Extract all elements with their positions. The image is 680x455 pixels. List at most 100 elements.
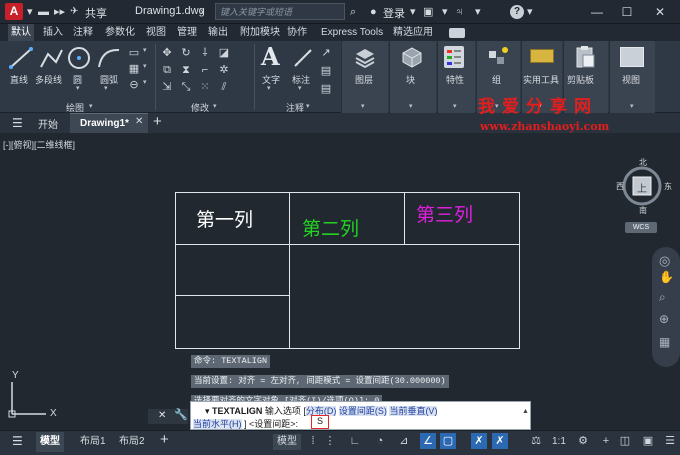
- chevron-down-icon[interactable]: ▾: [89, 102, 93, 110]
- cell-text-1[interactable]: 第一列: [196, 205, 253, 232]
- hamburger-menu-icon[interactable]: ☰: [12, 116, 23, 130]
- trim-icon[interactable]: ⸸: [198, 46, 212, 60]
- tab-manage[interactable]: 管理: [174, 24, 200, 41]
- maximize-button[interactable]: ☐: [612, 2, 642, 22]
- option-current-horizontal[interactable]: 当前水平(H): [193, 419, 242, 429]
- cell-text-2[interactable]: 第二列: [302, 214, 359, 241]
- mirror-icon[interactable]: ⧗: [179, 63, 193, 77]
- fillet-icon[interactable]: ⌐: [198, 63, 212, 77]
- dimension-icon[interactable]: [291, 46, 315, 75]
- chevron-down-icon[interactable]: ▾: [143, 46, 151, 60]
- wcs-menu[interactable]: WCS: [625, 222, 657, 233]
- caret-down-icon[interactable]: ▾: [527, 4, 533, 20]
- explode-icon[interactable]: ✲: [217, 63, 231, 77]
- text-icon[interactable]: A: [261, 44, 281, 70]
- share-icon[interactable]: ✈: [70, 4, 78, 20]
- share-button[interactable]: 共享: [85, 5, 107, 21]
- ribbon-toggle-icon[interactable]: [449, 28, 465, 38]
- fullscreen-icon[interactable]: ▣: [640, 433, 656, 449]
- plus-icon[interactable]: +: [598, 433, 614, 449]
- snap-icon[interactable]: ⋮: [322, 433, 338, 449]
- annotation-visibility-icon[interactable]: ✗: [471, 433, 487, 449]
- chevron-down-icon[interactable]: ▾: [298, 84, 302, 92]
- chevron-down-icon[interactable]: ▾: [143, 78, 151, 92]
- annotation-scale-value[interactable]: 1:1: [548, 434, 570, 450]
- caret-down-icon[interactable]: ▾: [475, 4, 481, 20]
- viewcube-top-face[interactable]: 上: [637, 180, 647, 195]
- tab-featured-apps[interactable]: 精选应用: [390, 24, 436, 41]
- auto-scale-icon[interactable]: ✗: [492, 433, 508, 449]
- erase-icon[interactable]: ◪: [217, 46, 231, 60]
- scale-icon[interactable]: ⤡: [179, 80, 193, 94]
- tab-addins[interactable]: 附加模块: [237, 24, 283, 41]
- chevron-down-icon[interactable]: ▾: [453, 102, 457, 110]
- option-current-vertical[interactable]: 当前垂直(V): [389, 406, 438, 416]
- measure-icon[interactable]: [530, 49, 554, 63]
- cart-icon[interactable]: ▣: [423, 4, 433, 20]
- open-icon[interactable]: ▸▸: [54, 4, 65, 20]
- isodraft-icon[interactable]: ⊿: [396, 433, 412, 449]
- showmotion-icon[interactable]: ▦: [659, 335, 670, 349]
- properties-icon[interactable]: [444, 46, 464, 68]
- caret-down-icon[interactable]: ▾: [410, 4, 416, 20]
- viewport-controls[interactable]: [-][俯视][二维线框]: [3, 138, 75, 151]
- caret-down-icon[interactable]: ▾: [27, 4, 33, 20]
- tab-annotate[interactable]: 注释: [70, 24, 96, 41]
- block-icon[interactable]: [401, 46, 423, 68]
- viewcube[interactable]: 北 西 东 南 上: [616, 157, 672, 216]
- steering-wheel-icon[interactable]: ◎: [659, 253, 670, 269]
- arc-tool[interactable]: [96, 46, 122, 75]
- app-menu-button[interactable]: A: [5, 3, 23, 20]
- array-icon[interactable]: ⁙: [198, 80, 212, 94]
- close-button[interactable]: ✕: [645, 2, 675, 22]
- rectangle-icon[interactable]: ▭: [127, 46, 141, 60]
- layers-icon[interactable]: [354, 46, 376, 69]
- line-tool[interactable]: [8, 46, 34, 75]
- help-icon[interactable]: ?: [510, 5, 524, 19]
- new-file-icon[interactable]: ▬: [38, 4, 49, 20]
- close-tab-icon[interactable]: ✕: [135, 116, 143, 127]
- chevron-down-icon[interactable]: ▾: [213, 102, 217, 110]
- copy-icon[interactable]: ⧉: [160, 63, 174, 77]
- tab-layout2[interactable]: 布局2: [115, 432, 149, 452]
- chevron-down-icon[interactable]: ▾: [143, 62, 151, 76]
- pan-icon[interactable]: ✋: [659, 270, 674, 284]
- tab-model[interactable]: 模型: [36, 432, 64, 452]
- login-button[interactable]: 登录: [383, 5, 405, 21]
- ellipse-icon[interactable]: ⊖: [127, 78, 141, 92]
- object-snap-icon[interactable]: ▢: [440, 433, 456, 449]
- tab-output[interactable]: 输出: [205, 24, 231, 41]
- close-command-line-icon[interactable]: ✕: [158, 410, 166, 421]
- tab-collaborate[interactable]: 协作: [284, 24, 310, 41]
- minimize-button[interactable]: —: [582, 2, 612, 22]
- chevron-down-icon[interactable]: ▾: [267, 84, 271, 92]
- table-icon[interactable]: ▤: [319, 64, 333, 78]
- option-set-spacing[interactable]: 设置间距(S): [338, 406, 387, 416]
- grid-icon[interactable]: ⁞: [305, 433, 321, 449]
- object-track-icon[interactable]: ∠: [420, 433, 436, 449]
- viewcube-west[interactable]: 西: [616, 181, 624, 192]
- chevron-down-icon[interactable]: ▾: [361, 102, 365, 110]
- stretch-icon[interactable]: ⇲: [160, 80, 174, 94]
- prompt-arrow-icon[interactable]: ▾: [205, 406, 212, 416]
- user-icon[interactable]: ●: [370, 4, 377, 20]
- chevron-down-icon[interactable]: ▾: [76, 84, 80, 92]
- annotation-scale-icon[interactable]: ⚖: [528, 433, 544, 449]
- move-icon[interactable]: ✥: [160, 46, 174, 60]
- customization-icon[interactable]: ☰: [662, 433, 678, 449]
- command-input-value[interactable]: S: [311, 415, 329, 429]
- viewcube-south[interactable]: 南: [639, 205, 647, 216]
- customize-icon[interactable]: 🔧: [174, 408, 188, 421]
- viewcube-north[interactable]: 北: [639, 157, 647, 168]
- tab-insert[interactable]: 插入: [40, 24, 66, 41]
- chevron-down-icon[interactable]: ▾: [630, 102, 634, 110]
- viewcube-east[interactable]: 东: [664, 181, 672, 192]
- chevron-down-icon[interactable]: ▾: [104, 84, 108, 92]
- model-space-button[interactable]: 模型: [273, 434, 301, 450]
- leader-icon[interactable]: ↗: [319, 46, 333, 60]
- layout-menu-icon[interactable]: ☰: [12, 434, 23, 448]
- search-icon[interactable]: ⌕: [350, 4, 356, 20]
- tab-parametric[interactable]: 参数化: [102, 24, 138, 41]
- isolate-objects-icon[interactable]: ◫: [617, 433, 633, 449]
- polar-icon[interactable]: ◔: [372, 433, 388, 449]
